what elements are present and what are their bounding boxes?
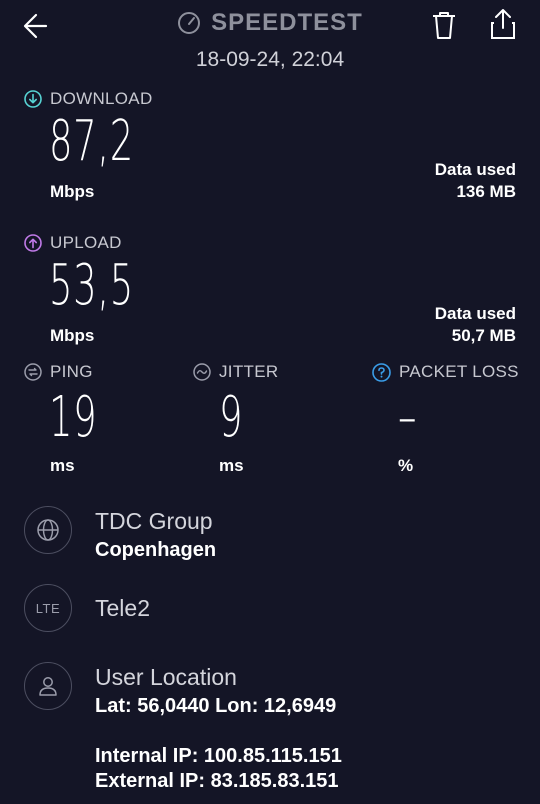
jitter-icon <box>193 363 211 381</box>
provider-name: TDC Group <box>95 508 213 534</box>
network-name: Tele2 <box>95 595 150 621</box>
download-data-used-label: Data used <box>434 160 516 179</box>
location-title: User Location <box>95 664 237 690</box>
download-label-row: DOWNLOAD <box>24 89 153 109</box>
download-value: 87,2 <box>49 109 134 174</box>
packet-loss-value: – <box>398 385 418 450</box>
location-coords: Lat: 56,0440 Lon: 12,6949 <box>95 695 337 717</box>
packet-loss-label-row[interactable]: PACKET LOSS <box>372 362 519 382</box>
packet-loss-label: PACKET LOSS <box>399 362 519 381</box>
jitter-unit: ms <box>219 456 244 475</box>
upload-label: UPLOAD <box>50 233 122 252</box>
ping-value: 19 <box>49 385 98 450</box>
download-icon <box>24 90 42 108</box>
upload-label-row: UPLOAD <box>24 233 122 253</box>
ping-label-row: PING <box>24 362 93 382</box>
upload-data-used-label: Data used <box>434 304 516 323</box>
globe-icon <box>37 519 59 541</box>
ping-icon <box>24 363 42 381</box>
delete-button[interactable] <box>428 8 460 42</box>
ping-label: PING <box>50 362 93 381</box>
download-label: DOWNLOAD <box>50 89 153 108</box>
jitter-label: JITTER <box>219 362 279 381</box>
test-date: 18-09-24, 22:04 <box>195 48 345 71</box>
external-ip: External IP: 83.185.83.151 <box>95 770 339 792</box>
app-title: SPEEDTEST <box>211 9 363 36</box>
download-data-used-value: 136 MB <box>456 182 516 201</box>
internal-ip: Internal IP: 100.85.115.151 <box>95 745 342 767</box>
speedometer-icon <box>178 12 201 34</box>
upload-data-used-value: 50,7 MB <box>451 326 516 345</box>
lte-badge: LTE <box>24 584 72 632</box>
jitter-label-row: JITTER <box>193 362 278 382</box>
lte-badge-label: LTE <box>35 600 61 616</box>
upload-value: 53,5 <box>49 253 134 318</box>
share-icon <box>491 9 515 39</box>
provider-city: Copenhagen <box>95 539 217 561</box>
user-row-icon <box>24 662 72 710</box>
jitter-value: 9 <box>219 385 244 450</box>
share-button[interactable] <box>486 6 520 42</box>
upload-icon <box>24 234 42 252</box>
packet-loss-unit: % <box>398 456 414 475</box>
upload-unit: Mbps <box>50 326 95 345</box>
ping-unit: ms <box>50 456 75 475</box>
trash-icon <box>433 12 455 39</box>
server-row-icon <box>24 506 72 554</box>
help-icon[interactable] <box>372 362 391 382</box>
user-icon <box>39 677 57 696</box>
download-unit: Mbps <box>50 182 95 201</box>
